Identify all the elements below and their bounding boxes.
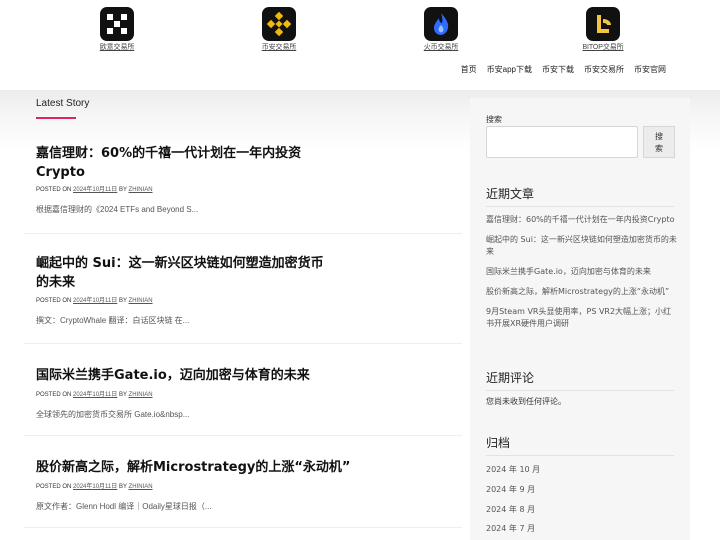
nav-item-binance-official[interactable]: 币安官网 xyxy=(634,64,666,78)
post-meta: POSTED ON 2024年10月11日 BY ZHINIAN xyxy=(36,481,153,490)
exchange-logo-bar: 欧意交易所 币安交易所 火币交易所 BITOP交易所 xyxy=(0,0,720,56)
section-title-underline xyxy=(36,117,76,119)
post-meta-by: BY xyxy=(118,187,127,193)
post-date-link[interactable]: 2024年10月11日 xyxy=(73,298,117,304)
archive-link[interactable]: 2024 年 7 月 xyxy=(486,523,678,535)
sidebar: 搜索 搜索 近期文章 嘉信理财：60%的千禧一代计划在一年内投资Crypto 崛… xyxy=(470,98,690,540)
archive-link[interactable]: 2024 年 9 月 xyxy=(486,484,678,496)
post-meta: POSTED ON 2024年10月11日 BY ZHINIAN xyxy=(36,389,153,398)
post-meta-prefix: POSTED ON xyxy=(36,187,72,193)
post-author-link[interactable]: ZHINIAN xyxy=(129,298,153,304)
nav-item-home[interactable]: 首页 xyxy=(461,64,477,78)
okx-logo-icon xyxy=(100,7,134,41)
post-meta: POSTED ON 2024年10月11日 BY ZHINIAN xyxy=(36,184,153,193)
nav-item-binance-download[interactable]: 币安下载 xyxy=(542,64,574,78)
post-meta-prefix: POSTED ON xyxy=(36,298,72,304)
post-meta-prefix: POSTED ON xyxy=(36,484,72,490)
post-item: 股价新高之际，解析Microstrategy的上涨“永动机” POSTED ON… xyxy=(24,436,462,528)
recent-posts-heading: 近期文章 xyxy=(486,185,674,207)
post-meta-by: BY xyxy=(118,298,127,304)
post-item: 国际米兰携手Gate.io，迈向加密与体育的未来 POSTED ON 2024年… xyxy=(24,344,462,436)
post-meta-by: BY xyxy=(118,392,127,398)
nav-item-binance-exchange[interactable]: 币安交易所 xyxy=(584,64,624,78)
search-label: 搜索 xyxy=(486,115,502,124)
post-title[interactable]: 国际米兰携手Gate.io，迈向加密与体育的未来 xyxy=(36,366,416,385)
exchange-link-binance[interactable]: 币安交易所 xyxy=(234,7,324,52)
exchange-caption: 币安交易所 xyxy=(261,44,297,51)
post-excerpt: 原文作者：Glenn Hodl 编译｜Odaily星球日报（... xyxy=(36,502,212,511)
recent-post-link[interactable]: 9月Steam VR头显使用率，PS VR2大幅上涨；小红书开展XR硬件用户调研 xyxy=(486,306,678,330)
main-nav: 首页 币安app下载 币安下载 币安交易所 币安官网 xyxy=(461,64,666,78)
post-author-link[interactable]: ZHINIAN xyxy=(129,484,153,490)
exchange-caption: 欧意交易所 xyxy=(99,44,135,51)
nav-item-binance-app-download[interactable]: 币安app下载 xyxy=(487,64,532,78)
recent-post-link[interactable]: 嘉信理财：60%的千禧一代计划在一年内投资Crypto xyxy=(486,214,678,226)
post-date-link[interactable]: 2024年10月11日 xyxy=(73,392,117,398)
post-excerpt: 撰文：CryptoWhale 翻译：白话区块链 在... xyxy=(36,316,190,325)
section-title: Latest Story xyxy=(36,98,90,109)
bitop-logo-icon xyxy=(586,7,620,41)
exchange-caption: 火币交易所 xyxy=(423,44,459,51)
post-title[interactable]: 崛起中的 Sui：这一新兴区块链如何塑造加密货币的未来 xyxy=(36,254,326,292)
recent-comments-heading: 近期评论 xyxy=(486,369,674,391)
exchange-link-huobi[interactable]: 火币交易所 xyxy=(396,7,486,52)
archive-link[interactable]: 2024 年 8 月 xyxy=(486,504,678,516)
post-meta-by: BY xyxy=(118,484,127,490)
post-excerpt: 根据嘉信理财的《2024 ETFs and Beyond S... xyxy=(36,205,199,214)
exchange-caption: BITOP交易所 xyxy=(582,44,624,51)
recent-post-link[interactable]: 国际米兰携手Gate.io，迈向加密与体育的未来 xyxy=(486,266,678,278)
post-meta: POSTED ON 2024年10月11日 BY ZHINIAN xyxy=(36,295,153,304)
post-date-link[interactable]: 2024年10月11日 xyxy=(73,187,117,193)
recent-post-link[interactable]: 股价新高之际，解析Microstrategy的上涨“永动机” xyxy=(486,286,678,298)
post-item: 嘉信理财：60%的千禧一代计划在一年内投资Crypto POSTED ON 20… xyxy=(24,136,462,234)
post-date-link[interactable]: 2024年10月11日 xyxy=(73,484,117,490)
no-comments-text: 您尚未收到任何评论。 xyxy=(486,397,566,406)
recent-post-link[interactable]: 崛起中的 Sui：这一新兴区块链如何塑造加密货币的未来 xyxy=(486,234,678,258)
binance-logo-icon xyxy=(262,7,296,41)
search-button[interactable]: 搜索 xyxy=(643,126,675,158)
post-title[interactable]: 嘉信理财：60%的千禧一代计划在一年内投资Crypto xyxy=(36,144,326,182)
post-author-link[interactable]: ZHINIAN xyxy=(129,187,153,193)
post-title[interactable]: 股价新高之际，解析Microstrategy的上涨“永动机” xyxy=(36,458,416,477)
huobi-logo-icon xyxy=(424,7,458,41)
exchange-link-okx[interactable]: 欧意交易所 xyxy=(72,7,162,52)
post-item: 崛起中的 Sui：这一新兴区块链如何塑造加密货币的未来 POSTED ON 20… xyxy=(24,234,462,344)
search-button-label: 搜索 xyxy=(655,132,663,153)
archive-link[interactable]: 2024 年 10 月 xyxy=(486,464,678,476)
search-input[interactable] xyxy=(486,126,638,158)
exchange-link-bitop[interactable]: BITOP交易所 xyxy=(558,7,648,52)
archives-heading: 归档 xyxy=(486,434,674,456)
post-author-link[interactable]: ZHINIAN xyxy=(129,392,153,398)
post-excerpt: 全球领先的加密货币交易所 Gate.io&nbsp... xyxy=(36,410,190,419)
post-meta-prefix: POSTED ON xyxy=(36,392,72,398)
